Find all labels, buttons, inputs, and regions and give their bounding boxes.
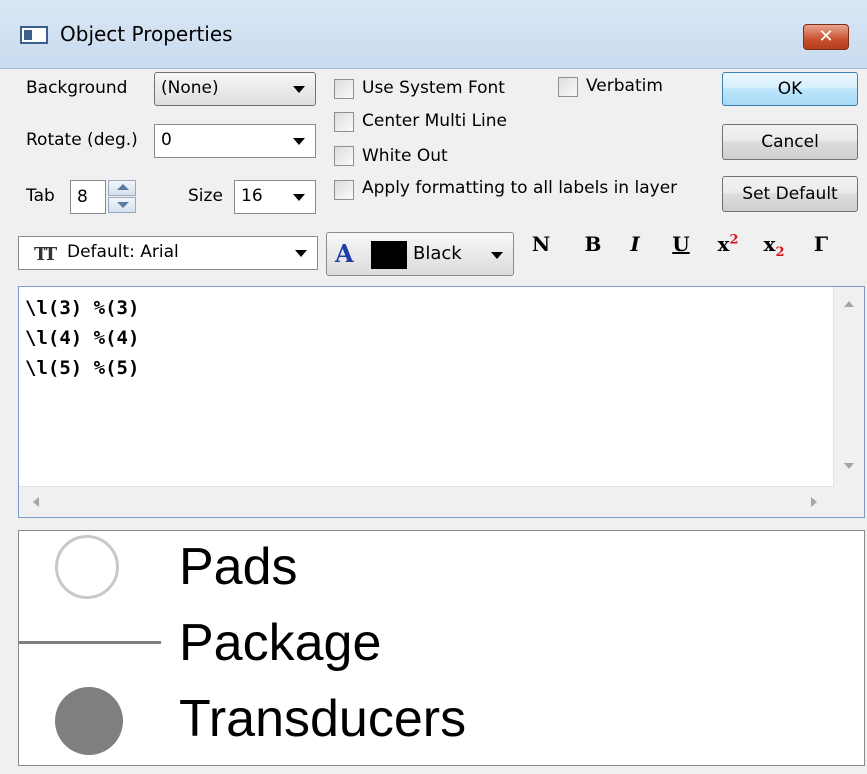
size-value: 16 [241, 186, 263, 206]
label-text-editor[interactable]: \l(3) %(3) \l(4) %(4) \l(5) %(5) [18, 286, 865, 518]
rotate-label: Rotate (deg.) [26, 130, 138, 150]
line-symbol [19, 641, 161, 644]
font-color-icon: A [335, 239, 354, 268]
cancel-button[interactable]: Cancel [722, 124, 858, 160]
font-color-select[interactable]: A Black [326, 232, 514, 276]
size-label: Size [188, 186, 223, 206]
rotate-value: 0 [161, 130, 172, 150]
legend-preview: Pads Package Transducers [18, 530, 865, 766]
title-bar: Object Properties ✕ [0, 0, 867, 69]
hollow-circle-symbol [55, 535, 119, 599]
rotate-combo[interactable]: 0 [154, 124, 316, 158]
subscript-mark: 2 [775, 245, 785, 260]
truetype-font-icon: TT [34, 244, 57, 265]
scroll-up-icon[interactable] [844, 301, 854, 307]
background-value: (None) [161, 78, 219, 98]
superscript-button[interactable]: x2 [710, 232, 746, 256]
scroll-left-icon[interactable] [33, 497, 39, 507]
close-button[interactable]: ✕ [803, 24, 849, 50]
scroll-down-icon[interactable] [844, 463, 854, 469]
window-icon [20, 26, 48, 44]
editor-text[interactable]: \l(3) %(3) \l(4) %(4) \l(5) %(5) [25, 293, 139, 383]
background-select[interactable]: (None) [154, 72, 316, 106]
tab-input[interactable]: 8 [70, 180, 106, 214]
size-combo[interactable]: 16 [234, 180, 316, 214]
center-multi-line-label: Center Multi Line [362, 111, 508, 131]
superscript-mark: 2 [729, 232, 739, 248]
chevron-down-icon [293, 138, 305, 145]
scroll-corner [834, 487, 864, 517]
normal-button[interactable]: N [526, 232, 556, 256]
chevron-down-icon [293, 86, 305, 93]
filled-circle-symbol [55, 687, 123, 755]
background-label: Background [26, 78, 128, 98]
verbatim-checkbox[interactable] [558, 77, 578, 97]
apply-formatting-checkbox[interactable] [334, 180, 354, 200]
use-system-font-checkbox[interactable] [334, 79, 354, 99]
ok-button[interactable]: OK [722, 72, 858, 106]
spin-up-button[interactable] [108, 180, 136, 196]
font-select[interactable]: Default: Arial [18, 236, 318, 270]
horizontal-scrollbar[interactable] [19, 486, 834, 517]
chevron-down-icon [293, 194, 305, 201]
bold-button[interactable]: B [578, 232, 608, 256]
vertical-scrollbar[interactable] [833, 287, 864, 487]
subscript-button[interactable]: x2 [756, 232, 792, 260]
superscript-base: x [717, 232, 730, 256]
verbatim-label: Verbatim [586, 76, 663, 96]
legend-label-package: Package [179, 614, 382, 672]
color-swatch [371, 241, 407, 269]
use-system-font-label: Use System Font [362, 78, 505, 98]
chevron-down-icon [117, 202, 129, 208]
subscript-base: x [763, 232, 776, 256]
white-out-checkbox[interactable] [334, 146, 354, 166]
font-value: Default: Arial [67, 242, 179, 262]
greek-button[interactable]: Γ [806, 232, 836, 256]
set-default-button[interactable]: Set Default [722, 176, 858, 212]
legend-label-transducers: Transducers [179, 690, 467, 748]
color-name: Black [413, 243, 462, 264]
legend-label-pads: Pads [179, 538, 298, 596]
window-title: Object Properties [60, 22, 233, 46]
center-multi-line-checkbox[interactable] [334, 112, 354, 132]
chevron-down-icon [295, 250, 307, 257]
tab-label: Tab [26, 186, 55, 206]
white-out-label: White Out [362, 146, 448, 166]
chevron-up-icon [117, 184, 129, 190]
italic-button[interactable]: I [620, 232, 650, 256]
chevron-down-icon [491, 252, 503, 259]
apply-formatting-label: Apply formatting to all labels in layer [362, 178, 678, 198]
underline-button[interactable]: U [666, 232, 696, 256]
scroll-right-icon[interactable] [811, 497, 817, 507]
tab-spinner: 8 [70, 180, 136, 214]
spin-down-button[interactable] [108, 197, 136, 213]
